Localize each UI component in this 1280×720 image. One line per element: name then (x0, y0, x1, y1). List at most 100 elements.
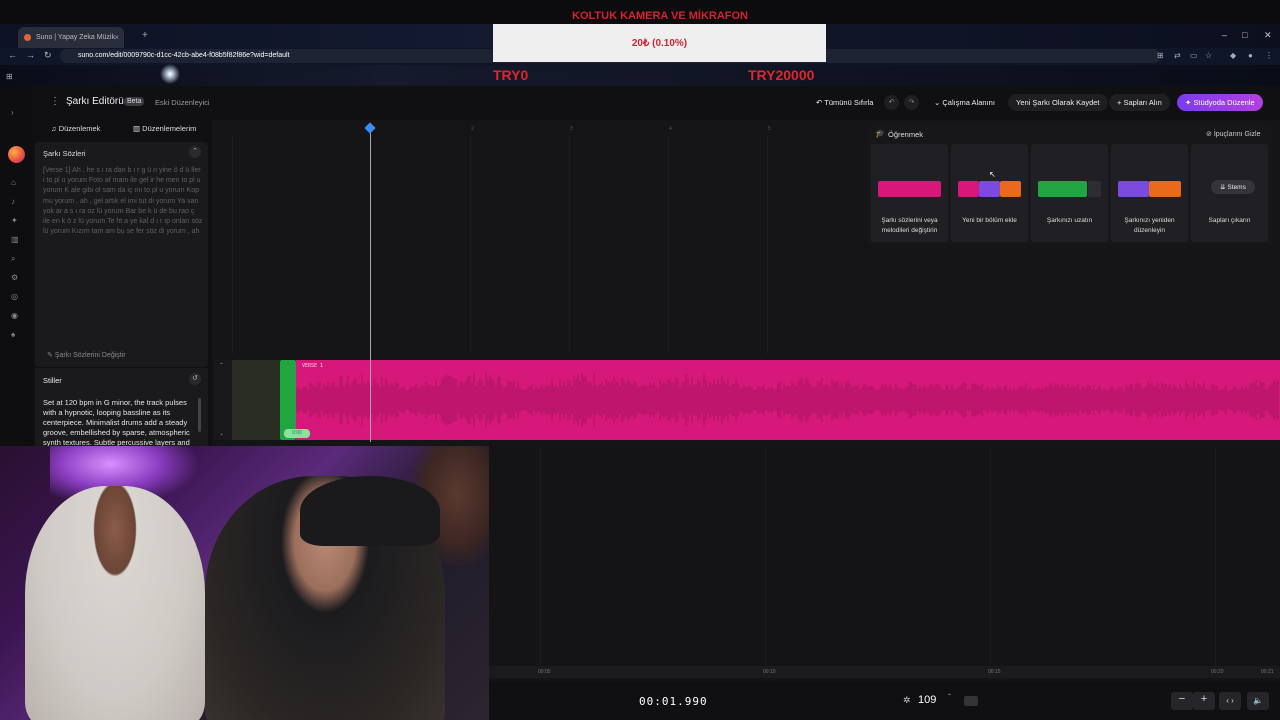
extend-bar-illustration (1088, 181, 1101, 197)
close-tab-icon[interactable]: × (114, 33, 119, 42)
tab-title: Suno | Yapay Zeka Müzik (36, 34, 115, 41)
stems-button[interactable]: ⇊ Stems (1211, 180, 1255, 194)
donation-max-label: TRY20000 (748, 67, 815, 83)
playhead[interactable] (370, 130, 371, 442)
green-clip[interactable] (280, 360, 296, 440)
expand-sidebar-icon[interactable]: › (11, 108, 14, 117)
tab-edit[interactable]: ♫ Düzenlemek (51, 124, 100, 133)
browser-menu-icon[interactable]: ⋮ (1265, 51, 1273, 60)
graduation-cap-icon: 🎓 (875, 129, 885, 138)
library-icon[interactable]: ▥ (11, 235, 19, 244)
donation-min-label: TRY0 (493, 67, 529, 83)
save-new-song-button[interactable]: Yeni Şarkı Olarak Kaydet (1008, 94, 1108, 111)
settings-icon[interactable]: ⚙ (11, 273, 18, 282)
grid-line (990, 446, 991, 668)
ruler-tick: 3 (570, 126, 573, 132)
change-lyrics-button[interactable]: ✎ Şarkı Sözlerini Değiştir (47, 351, 126, 359)
styles-scrollbar[interactable] (198, 398, 201, 432)
get-stems-label: Sapları Alın (1123, 98, 1162, 107)
fit-width-button[interactable]: ‹ › (1219, 692, 1241, 710)
new-tab-icon[interactable]: + (142, 30, 148, 41)
edit-in-studio-label: Stüdyoda Düzenle (1193, 98, 1255, 107)
grid-line (540, 446, 541, 668)
change-lyrics-label: Şarkı Sözlerini Değiştir (54, 352, 126, 359)
forward-icon[interactable]: → (26, 50, 35, 60)
purple-bar-illustration (979, 181, 1000, 197)
scrubber-label: 00:20 (1211, 669, 1224, 675)
install-icon[interactable]: ⊞ (1157, 51, 1164, 60)
metronome-icon[interactable] (964, 696, 978, 706)
cast-icon[interactable]: ▭ (1190, 51, 1198, 60)
grid-line (1215, 446, 1216, 668)
close-window-icon[interactable]: ✕ (1264, 30, 1272, 41)
redo-icon[interactable]: ↷ (904, 95, 919, 110)
workspace-dropdown[interactable]: ⌄ Çalışma Alanını (926, 94, 1003, 111)
stems-label: Stems (1227, 184, 1246, 191)
maximize-icon[interactable]: □ (1242, 30, 1247, 40)
green-bar-illustration (1038, 181, 1087, 197)
undo-icon[interactable]: ↶ (884, 95, 899, 110)
tab-edit-label: Düzenlemek (58, 124, 101, 133)
search-icon[interactable]: ⌕ (11, 254, 15, 264)
learn-card-label: Şarkınızı uzatın (1046, 217, 1093, 224)
learn-title: Öğrenmek (888, 130, 924, 139)
reload-icon[interactable]: ↻ (44, 50, 52, 61)
bpm-stepper-icon[interactable]: ⌃ (947, 693, 952, 700)
track-header[interactable] (215, 360, 232, 440)
grid-line (569, 136, 570, 354)
notifications-icon[interactable]: ♠ (11, 330, 15, 339)
edit-in-studio-button[interactable]: ✦ Stüdyoda Düzenle (1177, 94, 1263, 111)
apps-grid-icon[interactable]: ⊞ (6, 72, 13, 81)
timeline-scrubber[interactable] (489, 666, 1280, 678)
transport-bar (489, 682, 1280, 720)
tab-my-edits[interactable]: ▥ Düzenlemelerim (133, 124, 196, 133)
home-icon[interactable]: ⌂ (11, 178, 16, 187)
grid-line (470, 136, 471, 354)
save-new-song-label: Yeni Şarkı Olarak Kaydet (1016, 98, 1100, 107)
back-icon[interactable]: ← (8, 50, 17, 60)
reset-styles-icon[interactable]: ↺ (189, 373, 201, 385)
more-menu-icon[interactable]: ⋮ (50, 96, 60, 107)
extension-icon[interactable]: ◆ (1230, 51, 1236, 60)
lyrics-text[interactable]: [Verse 1] Ah , he s ı ra dan b ı r g ü n… (43, 166, 203, 237)
streamer-left (25, 486, 205, 720)
grid-line (767, 136, 768, 354)
get-stems-button[interactable]: + Sapları Alın (1109, 94, 1170, 111)
empty-track-region (232, 360, 280, 440)
hide-tips-label: İpuçlarını Gizle (1213, 131, 1261, 138)
scrubber-label: 00:21 (1261, 669, 1274, 675)
learn-card-label: Sapları çıkarın (1208, 217, 1251, 224)
pink-bar-illustration (958, 181, 979, 197)
page-title: Şarkı Editörü (66, 96, 124, 107)
bpm-value[interactable]: 109 (918, 694, 936, 706)
zoom-out-button[interactable]: − (1171, 692, 1193, 710)
ruler-tick: 5 (768, 126, 771, 132)
styles-header: Stiller (43, 376, 62, 385)
left-rail (0, 86, 33, 446)
profile-icon[interactable]: ● (1248, 51, 1253, 60)
zoom-in-button[interactable]: + (1193, 692, 1215, 710)
browser-tab[interactable]: Suno | Yapay Zeka Müzik × (18, 27, 124, 48)
collapse-lyrics-icon[interactable]: ⌃ (189, 146, 201, 158)
minimize-icon[interactable]: – (1222, 30, 1227, 40)
track-up-icon[interactable]: ⌃ (219, 362, 224, 369)
learn-card-label: Yeni bir bölüm ekle (962, 217, 1017, 224)
create-icon[interactable]: ♪ (11, 197, 15, 206)
avatar[interactable] (8, 146, 25, 163)
radio-icon[interactable]: ◉ (11, 311, 18, 320)
help-icon[interactable]: ◎ (11, 292, 18, 301)
reset-all-button[interactable]: ↶ Tümünü Sıfırla (808, 94, 881, 111)
bookmark-star-icon[interactable]: ☆ (1205, 51, 1212, 60)
hide-tips-button[interactable]: ⊘ İpuçlarını Gizle (1206, 130, 1261, 138)
translate-icon[interactable]: ⇄ (1174, 51, 1181, 60)
scrubber-label: 00:15 (988, 669, 1001, 675)
scrubber-label: 00:05 (538, 669, 551, 675)
tab-my-edits-label: Düzenlemelerim (142, 124, 197, 133)
ruler-tick: 2 (471, 126, 474, 132)
volume-button[interactable]: 🔈 (1247, 692, 1269, 710)
styles-text[interactable]: Set at 120 bpm in G minor, the track pul… (43, 398, 195, 446)
track-down-icon[interactable]: ⌄ (219, 430, 224, 437)
learn-card-label: Şarkınızı yeniden düzenleyin (1124, 217, 1175, 234)
legacy-editor-link[interactable]: Eski Düzenleyici (155, 98, 210, 107)
explore-icon[interactable]: ✦ (11, 216, 18, 225)
